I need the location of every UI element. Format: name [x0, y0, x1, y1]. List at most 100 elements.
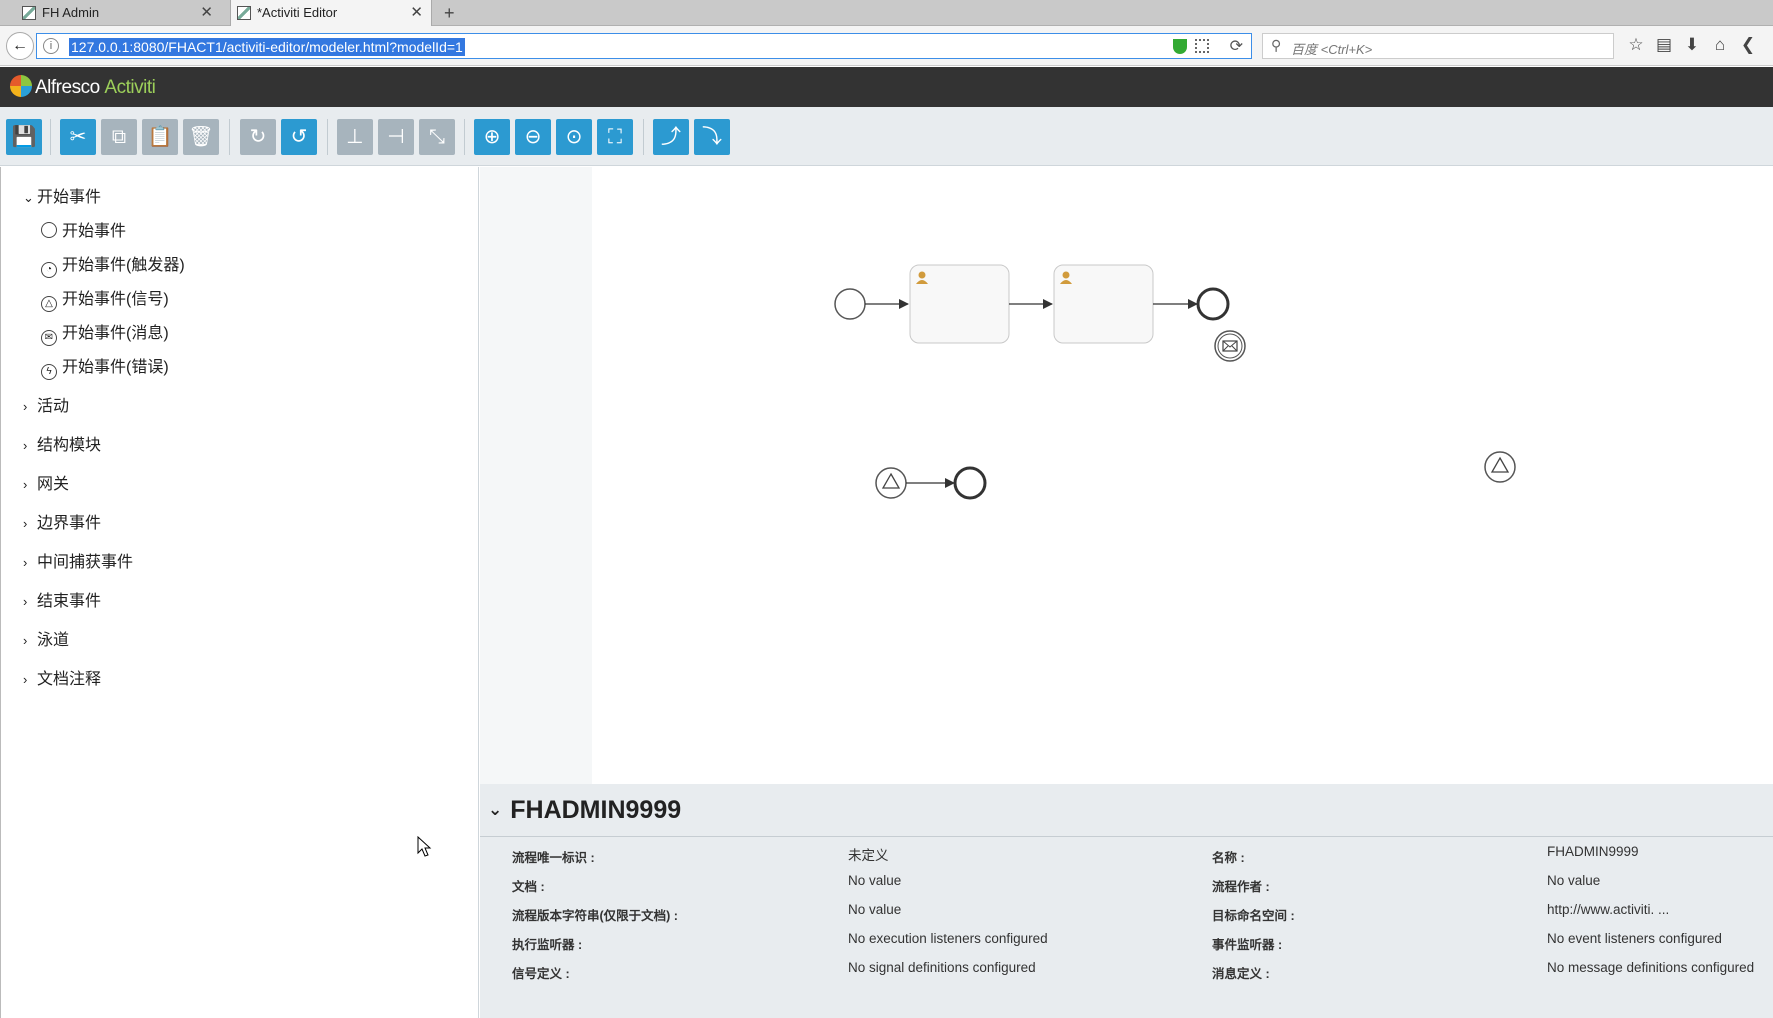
palette-item-message-start[interactable]: ✉ 开始事件(消息) — [41, 319, 169, 346]
brand-name: Alfresco — [35, 77, 100, 98]
item-label: 开始事件(触发器) — [62, 257, 185, 274]
palette-group-end-events[interactable]: › 结束事件 — [23, 587, 101, 611]
chevron-right-icon: › — [23, 399, 28, 414]
message-start-event[interactable] — [1214, 330, 1246, 362]
bpmn-diagram[interactable] — [480, 167, 1773, 784]
tab-activiti-editor[interactable]: *Activiti Editor ✕ — [230, 0, 432, 27]
group-label: 泳道 — [37, 632, 70, 649]
end-event[interactable] — [1196, 287, 1230, 321]
property-value-version[interactable]: No value — [848, 902, 901, 917]
bendpoint-remove-button[interactable]: ⤵ — [694, 119, 730, 155]
group-label: 中间捕获事件 — [37, 554, 134, 571]
bookmark-star-icon[interactable]: ☆ — [1622, 35, 1650, 55]
chevron-down-icon[interactable]: ⌄ — [488, 800, 502, 819]
app-header: Alfresco Activiti — [0, 67, 1773, 107]
bendpoint-remove-icon: ⤵ — [702, 126, 722, 148]
chevron-right-icon: › — [23, 633, 28, 648]
signal-start-event[interactable] — [1484, 451, 1516, 483]
zoom-in-button[interactable]: ⊕ — [474, 119, 510, 155]
item-label: 开始事件 — [62, 223, 127, 240]
tab-label: FH Admin — [42, 5, 100, 20]
zoom-fit-button[interactable]: ⛶ — [597, 119, 633, 155]
palette-group-start-events[interactable]: ⌄ 开始事件 — [23, 183, 101, 207]
zoom-out-button[interactable]: ⊖ — [515, 119, 551, 155]
undo-icon: ↺ — [290, 126, 308, 148]
group-label: 边界事件 — [37, 515, 102, 532]
group-label: 活动 — [37, 398, 70, 415]
copy-button[interactable]: ⧉ — [101, 119, 137, 155]
save-button[interactable]: 💾 — [6, 119, 42, 155]
group-label: 结构模块 — [37, 437, 102, 454]
paste-button[interactable]: 📋 — [142, 119, 178, 155]
palette-group-annotations[interactable]: › 文档注释 — [23, 665, 101, 689]
info-icon[interactable]: i — [43, 38, 59, 54]
cut-button[interactable]: ✂ — [60, 119, 96, 155]
property-label: 消息定义 : — [1212, 967, 1270, 981]
property-label: 流程作者 : — [1212, 880, 1270, 894]
palette-group-swimlanes[interactable]: › 泳道 — [23, 626, 69, 650]
palette-item-signal-start[interactable]: △ 开始事件(信号) — [41, 285, 169, 312]
mouse-pointer-icon — [417, 836, 432, 857]
resize-icon: ⤡ — [429, 126, 445, 148]
logo-icon — [10, 75, 32, 97]
bendpoint-add-button[interactable]: ⤴ — [653, 119, 689, 155]
property-value-event-listeners[interactable]: No event listeners configured — [1547, 931, 1722, 946]
close-icon[interactable]: ✕ — [410, 0, 423, 26]
end-event[interactable] — [953, 466, 987, 500]
property-value-execution-listeners[interactable]: No execution listeners configured — [848, 931, 1048, 946]
property-label: 目标命名空间 : — [1212, 909, 1295, 923]
palette-group-activities[interactable]: › 活动 — [23, 392, 69, 416]
new-tab-button[interactable]: + — [444, 0, 455, 26]
zoom-fit-icon: ⛶ — [608, 126, 622, 148]
zoom-actual-button[interactable]: ⊙ — [556, 119, 592, 155]
divider — [480, 836, 1773, 837]
scissors-icon: ✂ — [69, 126, 87, 148]
start-event[interactable] — [834, 288, 866, 320]
url-text[interactable]: 127.0.0.1:8080/FHACT1/activiti-editor/mo… — [69, 38, 465, 56]
property-value-process-id[interactable]: 未定义 — [848, 844, 889, 864]
search-placeholder: 百度 <Ctrl+K> — [1291, 42, 1373, 57]
align-horizontal-button[interactable]: ⊣ — [378, 119, 414, 155]
back-button[interactable]: ← — [6, 32, 34, 60]
tab-fh-admin[interactable]: FH Admin ✕ — [16, 0, 221, 26]
address-bar[interactable]: i 127.0.0.1:8080/FHACT1/activiti-editor/… — [36, 33, 1252, 59]
qr-code-icon[interactable] — [1195, 39, 1209, 53]
property-label: 名称 : — [1212, 851, 1245, 865]
diagram-canvas[interactable] — [480, 167, 1773, 784]
group-label: 文档注释 — [37, 671, 102, 688]
palette-item-timer-start[interactable]: ◔ 开始事件(触发器) — [41, 251, 185, 278]
search-input[interactable]: ⚲ 百度 <Ctrl+K> — [1262, 33, 1614, 59]
palette-item-error-start[interactable]: ϟ 开始事件(错误) — [41, 353, 169, 380]
property-label: 信号定义 : — [512, 967, 570, 981]
shield-icon[interactable] — [1173, 39, 1187, 54]
editor-toolbar: 💾 ✂ ⧉ 📋 🗑 ↻ ↺ ⊥ ⊣ ⤡ ⊕ ⊖ ⊙ ⛶ ⤴ ⤵ — [0, 107, 1773, 166]
home-icon[interactable]: ⌂ — [1706, 35, 1734, 55]
property-value-documentation[interactable]: No value — [848, 873, 901, 888]
reload-icon[interactable]: ⟳ — [1230, 36, 1243, 56]
undo-button[interactable]: ↺ — [281, 119, 317, 155]
redo-button[interactable]: ↻ — [240, 119, 276, 155]
delete-button[interactable]: 🗑 — [183, 119, 219, 155]
download-icon[interactable]: ⬇ — [1678, 35, 1706, 55]
reading-list-icon[interactable]: ▤ — [1650, 35, 1678, 55]
property-label: 流程版本字符串(仅限于文档) : — [512, 909, 678, 923]
property-value-signal-definitions[interactable]: No signal definitions configured — [848, 960, 1036, 975]
close-icon[interactable]: ✕ — [200, 0, 213, 26]
menu-icon[interactable]: ❮ — [1734, 35, 1762, 55]
align-vertical-button[interactable]: ⊥ — [337, 119, 373, 155]
palette-group-boundary-events[interactable]: › 边界事件 — [23, 509, 101, 533]
palette-group-structural[interactable]: › 结构模块 — [23, 431, 101, 455]
property-value-name[interactable]: FHADMIN9999 — [1547, 844, 1639, 859]
chevron-right-icon: › — [23, 555, 28, 570]
timer-event-icon: ◔ — [41, 262, 57, 278]
property-value-message-definitions[interactable]: No message definitions configured — [1547, 960, 1754, 975]
palette-item-start-event[interactable]: 开始事件 — [41, 217, 126, 241]
group-label: 结束事件 — [37, 593, 102, 610]
palette-group-gateways[interactable]: › 网关 — [23, 470, 69, 494]
property-value-author[interactable]: No value — [1547, 873, 1600, 888]
property-value-namespace[interactable]: http://www.activiti. ... — [1547, 902, 1669, 917]
property-panel-header[interactable]: ⌄ FHADMIN9999 — [488, 796, 681, 825]
signal-start-event[interactable] — [875, 467, 907, 499]
same-size-button[interactable]: ⤡ — [419, 119, 455, 155]
palette-group-intermediate-catch[interactable]: › 中间捕获事件 — [23, 548, 133, 572]
